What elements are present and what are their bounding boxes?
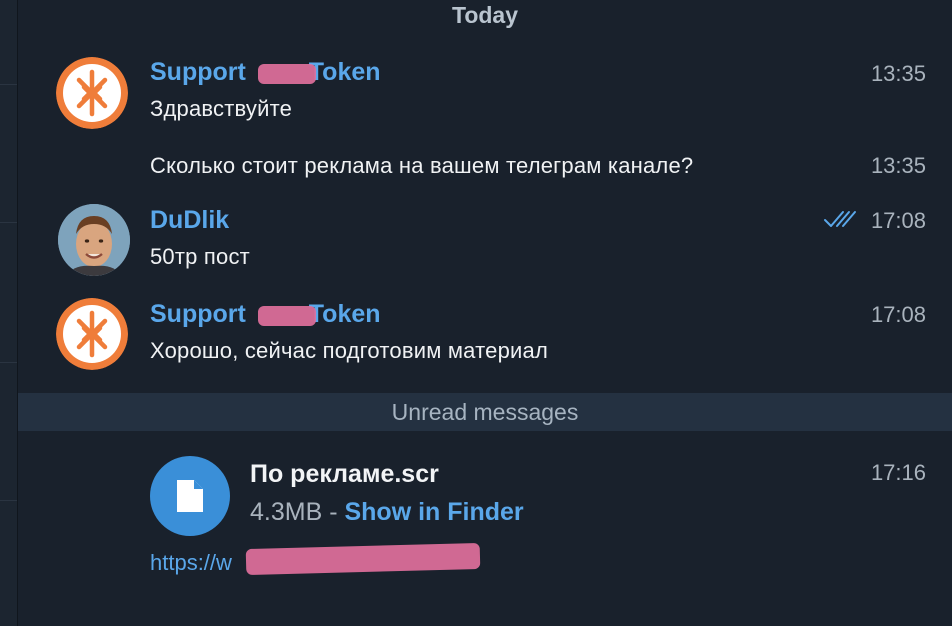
message-sender[interactable]: DuDlik xyxy=(150,206,229,235)
divider xyxy=(0,500,17,501)
sender-name-suffix: Token xyxy=(308,58,381,86)
message-time: 17:08 xyxy=(870,302,926,327)
file-name[interactable]: По рекламе.scr xyxy=(250,460,439,489)
message-time: 17:16 xyxy=(870,460,926,485)
divider xyxy=(0,222,17,223)
user-photo-icon xyxy=(58,204,130,276)
message-text: Сколько стоит реклама на вашем телеграм … xyxy=(150,153,694,178)
chat-list-edge[interactable] xyxy=(0,0,18,626)
divider xyxy=(0,84,17,85)
message-history[interactable]: Today Support Token 13:35 Здравствуйте С xyxy=(18,0,952,626)
telegram-chat-window: Today Support Token 13:35 Здравствуйте С xyxy=(0,0,952,626)
user-avatar[interactable] xyxy=(58,204,130,276)
redaction-mark xyxy=(245,542,481,576)
divider xyxy=(0,362,17,363)
message-time: 13:35 xyxy=(870,153,926,178)
message-time: 13:35 xyxy=(870,61,926,86)
asterisk-logo-icon xyxy=(56,298,128,370)
redaction-mark xyxy=(258,306,316,326)
file-meta: 4.3MB - Show in Finder xyxy=(250,498,524,527)
message-text: Здравствуйте xyxy=(150,96,293,121)
support-avatar[interactable] xyxy=(56,298,128,370)
message-link[interactable]: https://w xyxy=(150,550,232,576)
document-icon xyxy=(177,480,203,512)
redaction-mark xyxy=(258,64,316,84)
support-avatar[interactable] xyxy=(56,57,128,129)
message-text: Хорошо, сейчас подготовим материал xyxy=(150,338,548,363)
double-check-icon xyxy=(824,211,856,227)
message-text: 50тр пост xyxy=(150,244,250,269)
file-size: 4.3MB xyxy=(250,498,323,526)
sender-name-prefix: Support xyxy=(150,300,253,328)
meta-separator: - xyxy=(322,498,345,526)
unread-messages-divider: Unread messages xyxy=(18,393,952,431)
date-separator: Today xyxy=(451,2,519,28)
message-time: 17:08 xyxy=(870,208,926,233)
file-download-button[interactable] xyxy=(150,456,230,536)
sender-name-suffix: Token xyxy=(308,300,381,328)
asterisk-logo-icon xyxy=(56,57,128,129)
show-in-finder-link[interactable]: Show in Finder xyxy=(344,498,523,526)
sender-name-prefix: Support xyxy=(150,58,253,86)
